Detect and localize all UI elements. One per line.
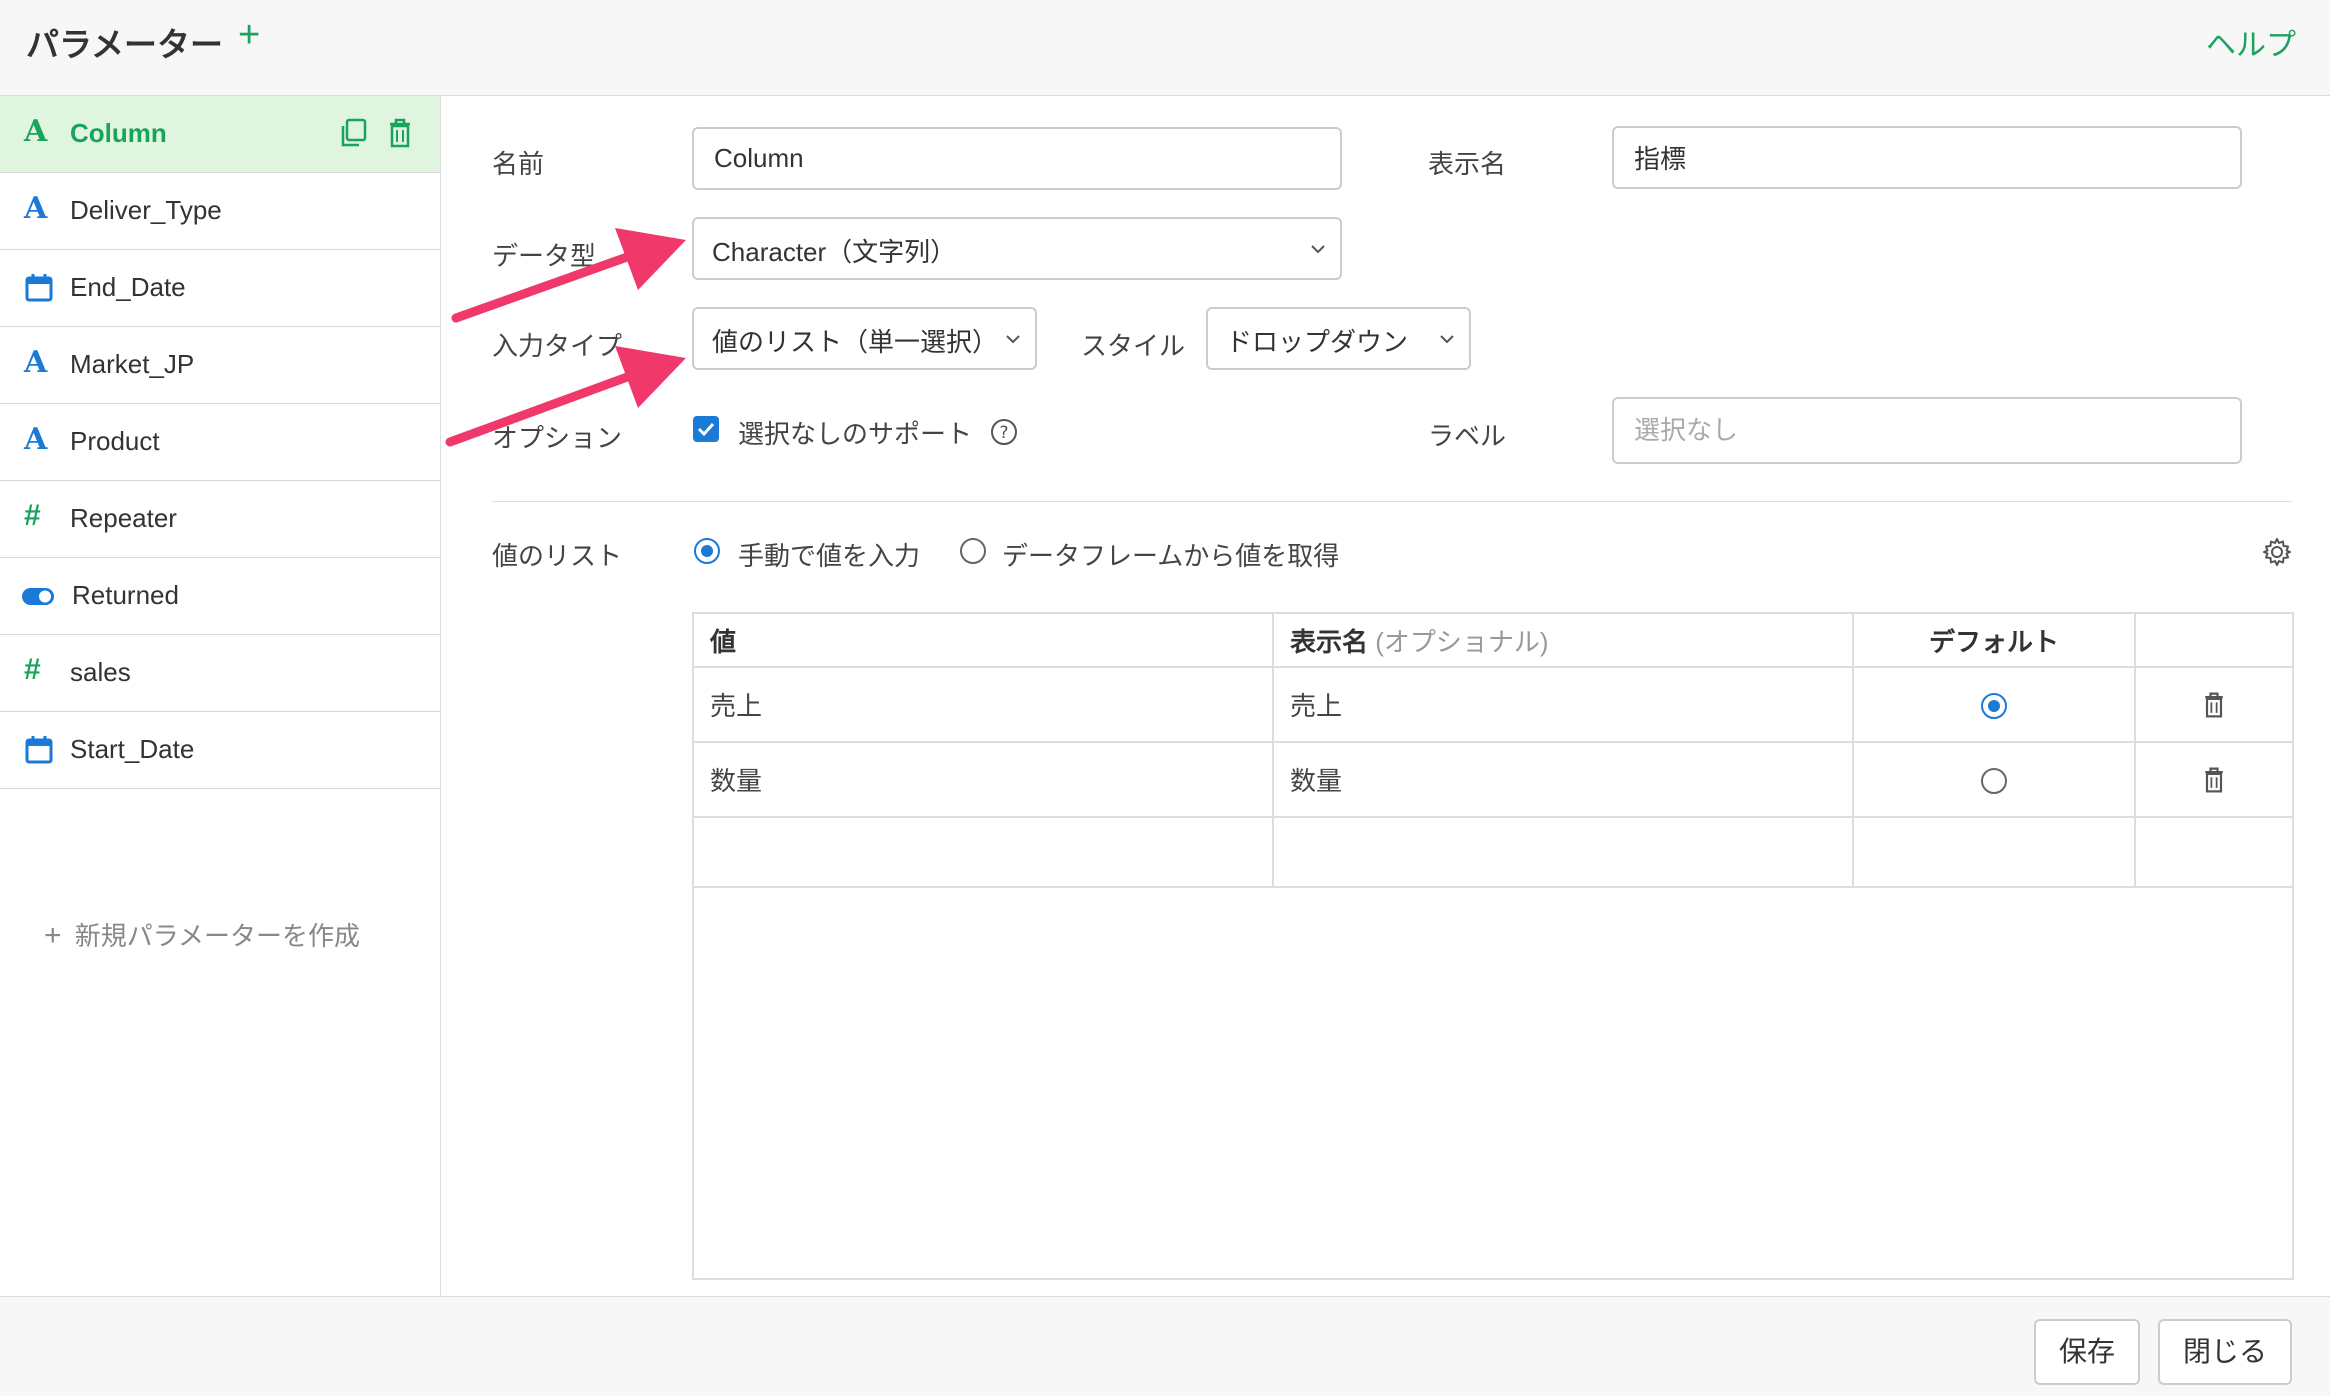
plus-icon: + [44,919,62,952]
sidebar-item-label: sales [70,657,131,687]
toggle-icon [22,588,54,605]
column-header-default: デフォルト [1852,612,2136,668]
gear-icon[interactable] [2262,537,2292,567]
style-label: スタイル [1081,331,1186,361]
sidebar-item-start-date[interactable]: Start_Date [0,712,440,789]
default-radio[interactable] [1981,768,2007,795]
header-bar: パラメーター + ヘルプ [0,0,2330,96]
trash-icon[interactable] [2200,689,2228,721]
sidebar-item-deliver-type[interactable]: A Deliver_Type [0,173,440,250]
calendar-icon [25,274,53,302]
table-row: 数量 数量 [692,741,2294,818]
sidebar-item-label: End_Date [70,272,186,302]
sidebar-item-returned[interactable]: Returned [0,558,440,635]
sidebar-item-column[interactable]: A Column [0,96,440,173]
label-input[interactable] [1612,397,2242,464]
default-radio[interactable] [1981,693,2007,720]
text-type-icon: A [24,345,48,380]
delete-cell [2134,816,2294,888]
name-input[interactable] [692,127,1342,190]
data-type-select[interactable]: Character（文字列） [692,217,1342,280]
data-type-value: Character（文字列） [712,237,957,267]
duplicate-icon[interactable] [338,116,370,150]
sidebar-item-label: Column [70,118,167,148]
display-name-label: 表示名 [1428,149,1507,179]
sidebar-item-label: Returned [72,580,179,610]
values-list-label: 値のリスト [492,541,623,571]
table-row-empty [692,816,2294,888]
default-cell [1852,816,2136,888]
text-type-icon: A [24,114,48,149]
table-header-row: 値 表示名 (オプショナル) デフォルト [692,612,2294,668]
radio-dataframe-label: データフレームから値を取得 [1002,541,1340,571]
radio-manual-label: 手動で値を入力 [738,541,921,571]
new-parameter-button[interactable]: + 新規パラメーターを作成 [44,916,360,953]
annotation-arrows [445,228,686,447]
name-label: 名前 [492,149,545,179]
values-table: 値 表示名 (オプショナル) デフォルト 売上 売上 数量 数量 [692,612,2294,1280]
value-cell[interactable] [692,816,1274,888]
parameter-sidebar: A Column A Deliver_Type End_Date A Marke… [0,96,441,1296]
style-value: ドロップダウン [1226,327,1409,357]
default-cell [1852,666,2136,743]
svg-text:?: ? [999,423,1008,443]
column-header-display: 表示名 (オプショナル) [1272,612,1854,668]
chevron-down-icon [1006,335,1020,344]
radio-manual[interactable] [694,538,720,564]
table-filler [693,887,2293,1279]
trash-icon[interactable] [2200,764,2228,796]
sidebar-item-label: Product [70,426,160,456]
sidebar-item-end-date[interactable]: End_Date [0,250,440,327]
table-row: 売上 売上 [692,666,2294,743]
sidebar-item-market-jp[interactable]: A Market_JP [0,327,440,404]
sidebar-item-label: Deliver_Type [70,195,222,225]
new-parameter-label: 新規パラメーターを作成 [74,921,360,951]
number-type-icon: # [24,653,41,686]
divider [492,501,2292,502]
default-cell [1852,741,2136,818]
option-checkbox-label: 選択なしのサポート [738,419,973,449]
column-header-optional: (オプショナル) [1375,626,1549,657]
label-label: ラベル [1428,421,1507,451]
input-type-select[interactable]: 値のリスト（単一選択） [692,307,1037,370]
radio-dataframe[interactable] [960,538,986,564]
style-select[interactable]: ドロップダウン [1206,307,1471,370]
save-button[interactable]: 保存 [2034,1319,2140,1385]
table-empty-area [693,887,2293,1279]
trash-icon[interactable] [384,116,416,150]
help-link[interactable]: ヘルプ [2206,20,2296,64]
page-title: パラメーター [26,26,224,63]
chevron-down-icon [1311,245,1325,254]
display-cell[interactable] [1272,816,1854,888]
text-type-icon: A [24,422,48,457]
column-header-actions [2134,612,2294,668]
display-cell[interactable]: 売上 [1272,666,1854,743]
input-type-value: 値のリスト（単一選択） [712,327,999,357]
sidebar-item-repeater[interactable]: # Repeater [0,481,440,558]
sidebar-item-product[interactable]: A Product [0,404,440,481]
calendar-icon [25,736,53,764]
column-header-value: 値 [692,612,1274,668]
chevron-down-icon [1440,335,1454,344]
number-type-icon: # [24,499,41,532]
text-type-icon: A [24,191,48,226]
delete-cell [2134,741,2294,818]
help-circle-icon[interactable]: ? [990,418,1018,446]
plus-icon[interactable]: + [238,14,260,57]
sidebar-item-label: Start_Date [70,734,195,764]
footer-bar: 保存 閉じる [0,1296,2330,1396]
value-cell[interactable]: 売上 [692,666,1274,743]
sidebar-item-label: Repeater [70,503,177,533]
sidebar-item-label: Market_JP [70,349,195,379]
sidebar-item-sales[interactable]: # sales [0,635,440,712]
close-button[interactable]: 閉じる [2158,1319,2292,1385]
value-cell[interactable]: 数量 [692,741,1274,818]
delete-cell [2134,666,2294,743]
display-name-input[interactable] [1612,126,2242,189]
column-header-display-label: 表示名 [1290,626,1369,657]
display-cell[interactable]: 数量 [1272,741,1854,818]
